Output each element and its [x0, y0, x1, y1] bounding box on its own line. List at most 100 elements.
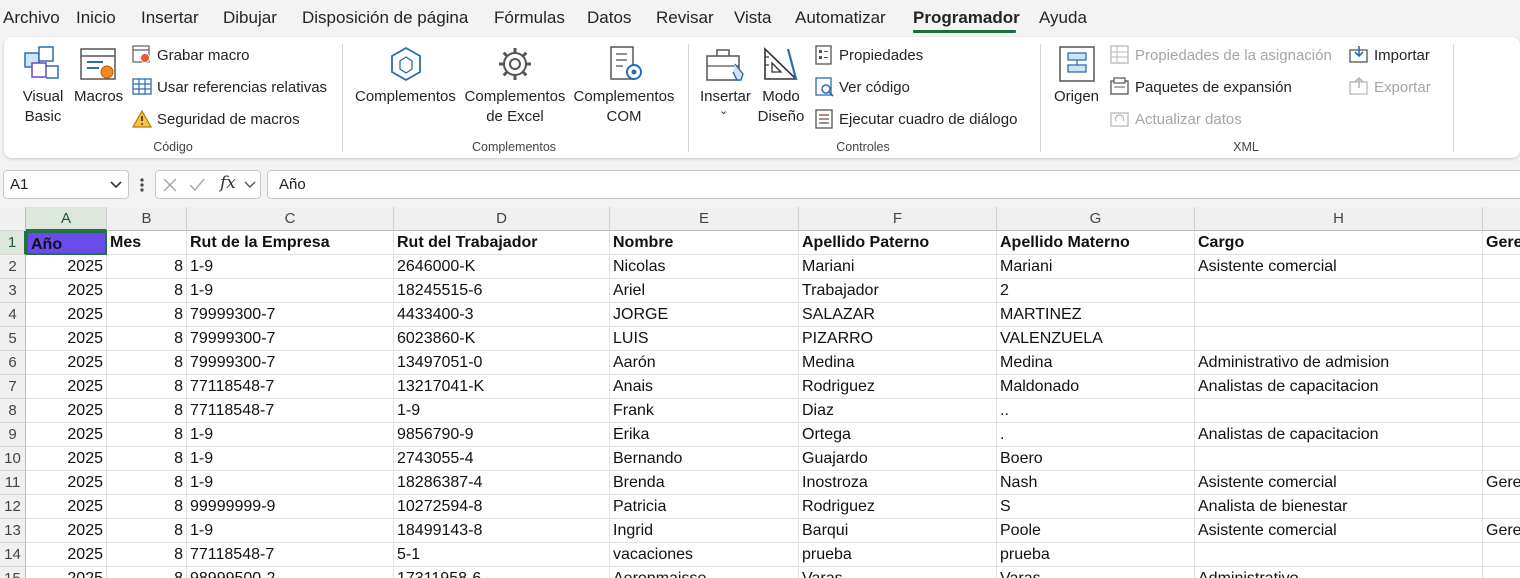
- table-cell[interactable]: Rodriguez: [799, 375, 997, 399]
- tab-insertar[interactable]: Insertar: [141, 8, 199, 28]
- table-cell[interactable]: Analistas de capacitacion: [1195, 375, 1483, 399]
- table-cell[interactable]: 79999300-7: [187, 327, 394, 351]
- table-cell[interactable]: Maldonado: [997, 375, 1195, 399]
- import-icon[interactable]: [1349, 45, 1369, 65]
- table-cell[interactable]: Anais: [610, 375, 799, 399]
- table-cell[interactable]: 77118548-7: [187, 399, 394, 423]
- table-cell[interactable]: Rodriguez: [799, 495, 997, 519]
- header-cell[interactable]: Año: [26, 231, 107, 255]
- table-cell[interactable]: Asistente comercial: [1195, 471, 1483, 495]
- table-cell[interactable]: Nicolas: [610, 255, 799, 279]
- table-cell[interactable]: Guajardo: [799, 447, 997, 471]
- table-cell[interactable]: Aarón: [610, 351, 799, 375]
- table-cell[interactable]: Gere: [1483, 471, 1520, 495]
- tab-automatizar[interactable]: Automatizar: [795, 8, 886, 28]
- com-addins-icon[interactable]: [607, 45, 647, 85]
- table-cell[interactable]: [1483, 303, 1520, 327]
- table-cell[interactable]: 8: [107, 303, 187, 327]
- column-header-g[interactable]: G: [997, 207, 1195, 231]
- table-cell[interactable]: 9856790-9: [394, 423, 610, 447]
- table-cell[interactable]: VALENZUELA: [997, 327, 1195, 351]
- table-cell[interactable]: 2025: [26, 447, 107, 471]
- table-cell[interactable]: Boero: [997, 447, 1195, 471]
- tab-vista[interactable]: Vista: [734, 8, 772, 28]
- table-cell[interactable]: Administrativo: [1195, 567, 1483, 578]
- table-cell[interactable]: 8: [107, 351, 187, 375]
- modo-diseno-label-1[interactable]: Modo: [757, 88, 805, 105]
- table-cell[interactable]: 13497051-0: [394, 351, 610, 375]
- table-cell[interactable]: Bernando: [610, 447, 799, 471]
- properties-icon[interactable]: [815, 45, 833, 65]
- row-header-6[interactable]: 6: [0, 351, 26, 375]
- table-cell[interactable]: [1483, 543, 1520, 567]
- propiedades-button[interactable]: Propiedades: [839, 47, 923, 64]
- row-header-14[interactable]: 14: [0, 543, 26, 567]
- table-cell[interactable]: Administrativo de admision: [1195, 351, 1483, 375]
- table-cell[interactable]: ..: [997, 399, 1195, 423]
- name-box[interactable]: A1: [3, 170, 129, 199]
- table-cell[interactable]: S: [997, 495, 1195, 519]
- complementos-button[interactable]: Complementos: [355, 88, 456, 105]
- table-cell[interactable]: 8: [107, 543, 187, 567]
- table-cell[interactable]: [1483, 399, 1520, 423]
- chevron-down-icon[interactable]: [109, 180, 123, 190]
- table-cell[interactable]: 2025: [26, 255, 107, 279]
- tab-disposicion[interactable]: Disposición de página: [302, 8, 468, 28]
- table-cell[interactable]: [1483, 351, 1520, 375]
- table-cell[interactable]: 8: [107, 255, 187, 279]
- row-header-13[interactable]: 13: [0, 519, 26, 543]
- table-cell[interactable]: Asistente comercial: [1195, 255, 1483, 279]
- table-cell[interactable]: Analistas de capacitacion: [1195, 423, 1483, 447]
- warning-icon[interactable]: [132, 109, 152, 129]
- visual-basic-icon[interactable]: [22, 44, 62, 84]
- ver-codigo-button[interactable]: Ver código: [839, 79, 910, 96]
- table-cell[interactable]: prueba: [997, 543, 1195, 567]
- table-cell[interactable]: 8: [107, 279, 187, 303]
- table-cell[interactable]: [1483, 423, 1520, 447]
- table-cell[interactable]: 2646000-K: [394, 255, 610, 279]
- table-cell[interactable]: SALAZAR: [799, 303, 997, 327]
- row-header-7[interactable]: 7: [0, 375, 26, 399]
- table-cell[interactable]: 2025: [26, 543, 107, 567]
- table-cell[interactable]: 79999300-7: [187, 351, 394, 375]
- table-cell[interactable]: Varas: [997, 567, 1195, 578]
- visual-basic-label-2[interactable]: Basic: [18, 108, 68, 125]
- table-cell[interactable]: 2025: [26, 327, 107, 351]
- table-cell[interactable]: 1-9: [187, 447, 394, 471]
- view-code-icon[interactable]: [815, 77, 835, 97]
- header-cell[interactable]: Rut de la Empresa: [187, 231, 394, 255]
- table-cell[interactable]: 77118548-7: [187, 375, 394, 399]
- row-header-2[interactable]: 2: [0, 255, 26, 279]
- relative-references-icon[interactable]: [132, 77, 152, 97]
- table-cell[interactable]: Ortega: [799, 423, 997, 447]
- row-header-15[interactable]: 15: [0, 567, 26, 578]
- gear-icon[interactable]: [496, 45, 534, 83]
- xml-source-icon[interactable]: [1058, 45, 1096, 85]
- tab-revisar[interactable]: Revisar: [656, 8, 714, 28]
- column-header-b[interactable]: B: [107, 207, 187, 231]
- select-all-corner[interactable]: [0, 207, 26, 231]
- row-header-4[interactable]: 4: [0, 303, 26, 327]
- table-cell[interactable]: 6023860-K: [394, 327, 610, 351]
- enter-check-icon[interactable]: [188, 177, 206, 193]
- header-cell[interactable]: Mes: [107, 231, 187, 255]
- tab-ayuda[interactable]: Ayuda: [1039, 8, 1087, 28]
- header-cell[interactable]: Rut del Trabajador: [394, 231, 610, 255]
- paquetes-expansion-button[interactable]: Paquetes de expansión: [1135, 79, 1292, 96]
- table-cell[interactable]: 1-9: [187, 279, 394, 303]
- table-cell[interactable]: 2: [997, 279, 1195, 303]
- table-cell[interactable]: [1483, 567, 1520, 578]
- table-cell[interactable]: 18245515-6: [394, 279, 610, 303]
- table-cell[interactable]: MARTINEZ: [997, 303, 1195, 327]
- table-cell[interactable]: 2025: [26, 279, 107, 303]
- column-header-e[interactable]: E: [610, 207, 799, 231]
- table-cell[interactable]: 8: [107, 327, 187, 351]
- column-header-f[interactable]: F: [799, 207, 997, 231]
- table-cell[interactable]: 10272594-8: [394, 495, 610, 519]
- table-cell[interactable]: 2025: [26, 471, 107, 495]
- table-cell[interactable]: 8: [107, 519, 187, 543]
- table-cell[interactable]: 2743055-4: [394, 447, 610, 471]
- table-cell[interactable]: 2025: [26, 519, 107, 543]
- table-cell[interactable]: 13217041-K: [394, 375, 610, 399]
- table-cell[interactable]: Erika: [610, 423, 799, 447]
